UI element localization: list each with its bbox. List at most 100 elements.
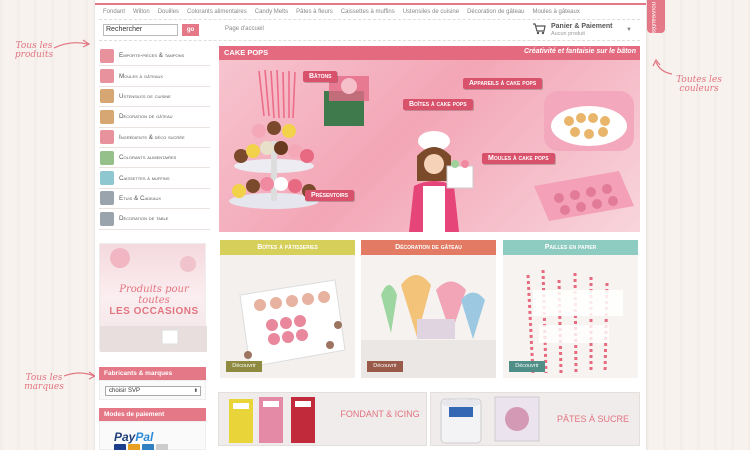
- sidebar-item-label: Etuis & Cadeaux: [119, 194, 162, 202]
- tile-image: [361, 255, 496, 378]
- paypal-logo: PayPal: [114, 430, 153, 444]
- category-nav: Fondant Wilton Douilles Colorants alimen…: [95, 6, 646, 18]
- annotation-colors: Toutes les couleurs: [652, 58, 724, 94]
- tile-image: [503, 255, 638, 378]
- annotation-brands: Tous les marques: [22, 371, 97, 392]
- tile-title: Boîtes à pâtisseries: [220, 240, 355, 255]
- page-container: Fondant Wilton Douilles Colorants alimen…: [95, 0, 646, 450]
- hero-label-presentoirs[interactable]: Présentoirs: [305, 190, 355, 201]
- amex-card-icon: [142, 444, 154, 450]
- category-nav-item[interactable]: Colorants alimentaires: [179, 6, 247, 18]
- occasions-banner[interactable]: Produits pour toutes LES OCCASIONS: [99, 243, 207, 352]
- payment-box: PayPal: [99, 421, 206, 450]
- category-nav-item[interactable]: Douilles: [150, 6, 179, 18]
- breadcrumb[interactable]: Page d'accueil: [225, 26, 264, 32]
- promo-products-image: [440, 396, 540, 444]
- category-nav-item[interactable]: Décoration de gâteau: [459, 6, 524, 18]
- sidebar-item-label: Décoration de table: [119, 215, 169, 223]
- card-icon: [156, 444, 168, 450]
- sidebar-item-table[interactable]: Décoration de table: [99, 209, 210, 230]
- paypal-logo-a: Pay: [114, 430, 136, 444]
- sidebar-item-utensils[interactable]: Ustensiles de cuisine: [99, 87, 210, 108]
- tile-discover-button[interactable]: Découvrir: [226, 361, 262, 372]
- hero-label-boites[interactable]: Boîtes à cake pops: [403, 99, 473, 110]
- brands-select[interactable]: choisir SVP ⬍: [105, 386, 201, 396]
- sidebar-item-cutters[interactable]: Emporte-pièces & tampons: [99, 46, 210, 67]
- banner-script-text: Produits pour toutes: [119, 284, 189, 306]
- tile-title: Pailles en papier: [503, 240, 638, 255]
- table-decoration-icon: [100, 211, 114, 226]
- hero-illustration: [229, 69, 634, 232]
- cake-mold-icon: [100, 69, 114, 84]
- side-tab-label: nouveautés: [650, 2, 656, 34]
- gift-box-icon: [100, 191, 114, 206]
- tile-cake-decoration[interactable]: Décoration de gâteau Découvrir: [361, 240, 496, 378]
- search-bar: Rechercher go Page d'accueil Panier & Pa…: [99, 19, 640, 41]
- sidebar-item-molds[interactable]: Moules à gâteaux: [99, 66, 210, 87]
- category-nav-item[interactable]: Fondant: [95, 6, 125, 18]
- annotation-products-text: Tous les produits: [14, 41, 54, 60]
- top-accent-bar: [95, 0, 646, 5]
- chevron-down-icon[interactable]: ▼: [626, 27, 632, 33]
- category-nav-item[interactable]: Wilton: [125, 6, 150, 18]
- payment-box-title: Modes de paiement: [99, 408, 206, 421]
- sidebar-item-label: Moules à gâteaux: [119, 72, 164, 80]
- side-tab-new[interactable]: nouveautés: [647, 0, 665, 33]
- hero-label-appareils[interactable]: Appareils à cake pops: [463, 78, 543, 89]
- sidebar-item-label: Caissettes à muffins: [119, 174, 170, 182]
- cart-icon[interactable]: [532, 23, 546, 35]
- hero-title: CAKE POPS: [224, 48, 269, 57]
- category-nav-item[interactable]: Moules à gâteaux: [524, 6, 579, 18]
- search-input[interactable]: Rechercher: [103, 24, 178, 36]
- hero-label-moules[interactable]: Moules à cake pops: [482, 153, 555, 164]
- sidebar-item-muffins[interactable]: Caissettes à muffins: [99, 168, 210, 189]
- promo-title: FONDANT & ICING: [340, 409, 420, 419]
- hero-banner-cake-pops[interactable]: CAKE POPS Créativité et fantaisie sur le…: [219, 46, 640, 232]
- tile-discover-button[interactable]: Découvrir: [509, 361, 545, 372]
- sidebar-item-label: Ingrédients & déco sucrée: [119, 133, 185, 141]
- promo-fondant-icing[interactable]: FONDANT & ICING: [218, 392, 427, 446]
- sidebar-item-colorants[interactable]: Colorants alimentaires: [99, 148, 210, 169]
- sidebar-item-gifts[interactable]: Etuis & Cadeaux: [99, 189, 210, 210]
- visa-card-icon: [114, 444, 126, 450]
- tile-pastry-boxes[interactable]: Boîtes à pâtisseries Découvrir: [220, 240, 355, 378]
- tile-image: [220, 255, 355, 378]
- annotation-arrow-icon: [53, 39, 91, 49]
- search-go-button[interactable]: go: [182, 24, 199, 36]
- category-nav-item[interactable]: Candy Melts: [247, 6, 288, 18]
- tile-title: Décoration de gâteau: [361, 240, 496, 255]
- mastercard-icon: [128, 444, 140, 450]
- ingredients-icon: [100, 130, 114, 145]
- promo-title: PÂTES À SUCRE: [556, 414, 630, 424]
- annotation-colors-text: Toutes les couleurs: [676, 75, 722, 94]
- hero-label-batons[interactable]: Bâtons: [303, 71, 338, 82]
- select-arrow-icon: ⬍: [193, 388, 198, 394]
- sidebar-item-label: Colorants alimentaires: [119, 154, 177, 162]
- brands-box-title: Fabricants & marques: [99, 367, 206, 380]
- promo-sugar-paste[interactable]: PÂTES À SUCRE: [430, 392, 640, 446]
- sidebar-item-label: Emporte-pièces & tampons: [119, 52, 185, 60]
- cart-subtitle: Aucun produit: [551, 31, 585, 37]
- annotation-products: Tous les produits: [12, 39, 91, 60]
- cookie-cutter-icon: [100, 48, 114, 63]
- cart-title[interactable]: Panier & Paiement: [551, 23, 612, 30]
- paypal-logo-b: Pal: [135, 430, 154, 444]
- tile-discover-button[interactable]: Découvrir: [367, 361, 403, 372]
- sidebar-item-label: Décoration de gâteau: [119, 113, 173, 121]
- sidebar-item-label: Ustensiles de cuisine: [119, 92, 171, 100]
- tile-paper-straws[interactable]: Pailles en papier Découvrir: [503, 240, 638, 378]
- hero-tagline: Créativité et fantaisie sur le bâton: [523, 48, 636, 55]
- annotation-arrow-icon: [652, 58, 673, 75]
- muffin-cup-icon: [100, 171, 114, 186]
- category-nav-item[interactable]: Pâtes à fleurs: [288, 6, 333, 18]
- annotation-arrow-icon: [63, 371, 97, 380]
- category-nav-item[interactable]: Ustensiles de cuisine: [395, 6, 459, 18]
- promo-products-image: [229, 397, 315, 443]
- sidebar-item-ingredients[interactable]: Ingrédients & déco sucrée: [99, 128, 210, 148]
- category-nav-item[interactable]: Caissettes à muffins: [333, 6, 395, 18]
- sidebar-categories: Emporte-pièces & tampons Moules à gâteau…: [99, 46, 210, 230]
- sidebar-item-decoration[interactable]: Décoration de gâteau: [99, 107, 210, 128]
- card-logos: [114, 444, 168, 450]
- banner-caps-text: LES OCCASIONS: [109, 306, 199, 317]
- brands-select-value: choisir SVP: [109, 388, 141, 394]
